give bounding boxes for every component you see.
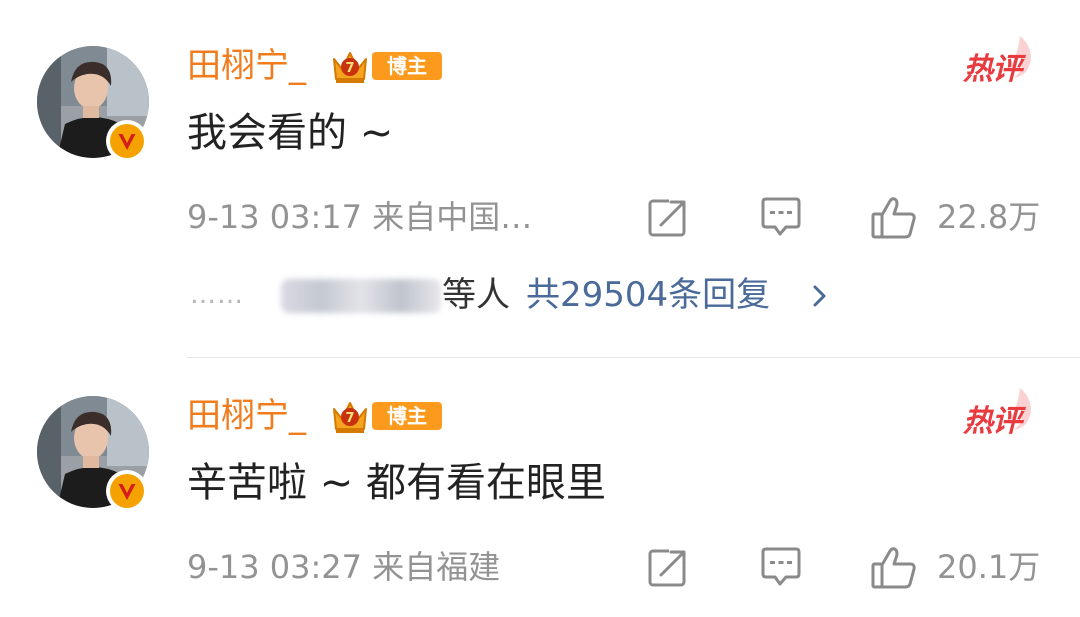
blogger-badge: 7 博主 [328,397,442,433]
svg-text:7: 7 [345,61,354,76]
repost-icon[interactable] [647,196,689,242]
comment-meta: 9-13 03:17 来自中国… [187,198,533,236]
blogger-badge: 7 博主 [328,47,442,83]
comment-item: 田栩宁_ 7 博主 热评 我会看的 ~ 9-13 03:17 来自中国… 22.… [0,0,1080,357]
verified-v-icon [105,469,149,513]
reply-total-link[interactable]: 共29504条回复 [526,272,770,318]
repost-icon[interactable] [647,546,689,592]
like-count: 22.8万 [937,198,1041,236]
hot-label: 热评 [963,404,1022,439]
like-icon[interactable] [870,546,918,594]
reply-dots: …… [190,280,244,310]
username[interactable]: 田栩宁_ [187,396,306,436]
reply-icon[interactable] [759,196,803,242]
blurred-usernames [281,279,441,313]
reply-summary[interactable]: …… 等人 共29504条回复 [187,272,907,318]
blogger-label: 博主 [372,52,442,80]
hot-comment-badge: 热评 [960,34,1040,94]
like-count: 20.1万 [937,548,1041,586]
comment-text: 我会看的 ~ [187,110,394,156]
hot-comment-badge: 热评 [960,386,1040,446]
svg-text:7: 7 [345,411,354,426]
chevron-right-icon [813,285,826,307]
hot-label: 热评 [963,52,1022,87]
like-icon[interactable] [870,196,918,244]
comment-item: 田栩宁_ 7 博主 热评 辛苦啦 ~ 都有看在眼里 9-13 03:27 来自福… [0,358,1080,617]
reply-icon[interactable] [759,546,803,592]
comment-text: 辛苦啦 ~ 都有看在眼里 [187,460,606,506]
username[interactable]: 田栩宁_ [187,46,306,86]
comment-meta: 9-13 03:27 来自福建 [187,548,501,586]
verified-v-icon [105,119,149,163]
blogger-label: 博主 [372,402,442,430]
